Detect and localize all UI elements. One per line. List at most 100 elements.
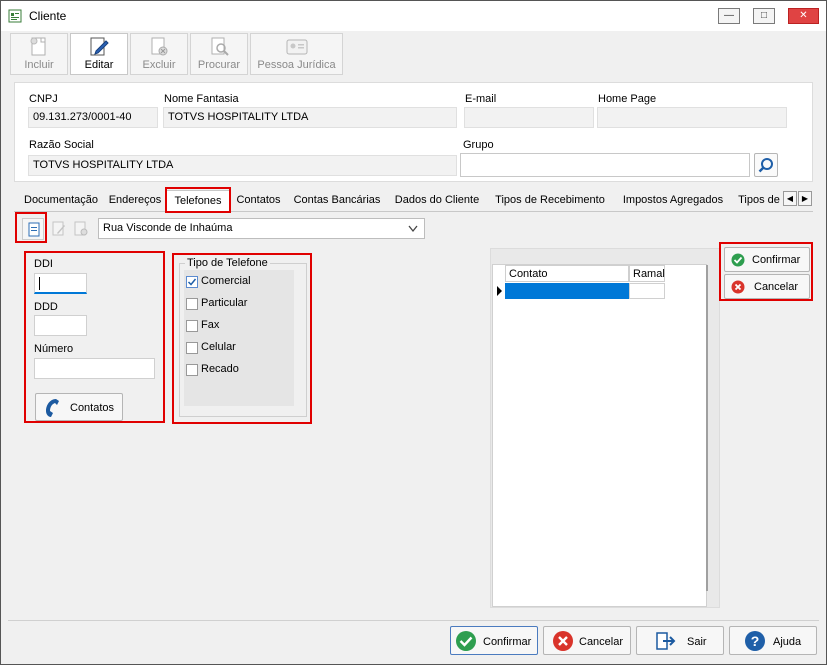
homepage-field[interactable] <box>597 107 787 128</box>
side-confirmar-label: Confirmar <box>752 254 801 266</box>
footer-confirmar-button[interactable]: Confirmar <box>450 626 538 655</box>
chevron-down-icon <box>408 224 418 236</box>
grid-cell-ramal[interactable] <box>629 283 665 299</box>
tab-contas-bancarias[interactable]: Contas Bancárias <box>290 190 384 211</box>
razao-social-field[interactable]: TOTVS HOSPITALITY LTDA <box>28 155 457 176</box>
footer-cancelar-button[interactable]: Cancelar <box>543 626 631 655</box>
cnpj-field[interactable]: 09.131.273/0001-40 <box>28 107 158 128</box>
search-document-icon <box>208 37 230 60</box>
arrow-left-icon: ◀ <box>786 194 794 203</box>
toolbar-incluir-button[interactable]: Incluir <box>10 33 68 75</box>
grid-scrollbar[interactable] <box>706 265 708 591</box>
ddd-label: DDD <box>34 301 58 313</box>
checkbox-unchecked-icon <box>186 364 198 376</box>
tab-tipos-de[interactable]: Tipos de <box>735 190 783 211</box>
grupo-search-button[interactable] <box>754 153 778 177</box>
checkbox-unchecked-icon <box>186 320 198 332</box>
tab-tipos-de-recebimento[interactable]: Tipos de Recebimento <box>490 190 610 211</box>
side-cancelar-label: Cancelar <box>754 281 799 293</box>
delete-icon <box>74 221 88 240</box>
tab-documentacao[interactable]: Documentação <box>18 190 104 211</box>
footer-sair-label: Sair <box>687 636 707 648</box>
footer-confirmar-label: Confirmar <box>483 636 532 648</box>
cancel-icon <box>731 280 745 297</box>
address-select-value: Rua Visconde de Inhaúma <box>103 222 233 234</box>
toolbar-pessoa-juridica-button[interactable]: Pessoa Jurídica <box>250 33 343 75</box>
tipo-telefone-title: Tipo de Telefone <box>185 257 270 269</box>
tab-impostos-agregados[interactable]: Impostos Agregados <box>617 190 729 211</box>
edit-icon <box>88 37 110 60</box>
checkbox-label: Recado <box>201 363 239 375</box>
contacts-grid[interactable] <box>492 264 707 607</box>
maximize-button[interactable]: □ <box>753 8 775 24</box>
nome-fantasia-field[interactable]: TOTVS HOSPITALITY LTDA <box>163 107 457 128</box>
cancel-icon <box>552 630 574 655</box>
tab-contatos[interactable]: Contatos <box>231 190 286 211</box>
cnpj-label: CNPJ <box>29 93 58 105</box>
toolbar-procurar-button[interactable]: Procurar <box>190 33 248 75</box>
tab-scroll-right-button[interactable]: ▶ <box>798 191 812 206</box>
minimize-button[interactable]: — <box>718 8 740 24</box>
delete-phone-button[interactable] <box>70 218 92 240</box>
ddd-input[interactable] <box>34 315 87 336</box>
side-confirmar-button[interactable]: Confirmar <box>724 247 810 272</box>
text-cursor <box>39 277 40 290</box>
grid-cell-contato-selected[interactable] <box>505 283 629 299</box>
tab-enderecos[interactable]: Endereços <box>105 190 165 211</box>
check-icon <box>455 630 477 655</box>
razao-social-label: Razão Social <box>29 139 94 151</box>
minimize-icon: — <box>724 10 734 21</box>
contatos-button-label: Contatos <box>70 402 115 414</box>
edit-phone-button[interactable] <box>48 218 70 240</box>
homepage-label: Home Page <box>598 93 657 105</box>
phone-icon <box>42 397 62 422</box>
grupo-field[interactable] <box>460 153 750 177</box>
toolbar-label: Incluir <box>24 59 54 71</box>
row-indicator-icon <box>495 284 505 298</box>
svg-text:?: ? <box>751 633 760 649</box>
new-document-icon <box>28 37 50 60</box>
tab-dados-do-cliente[interactable]: Dados do Cliente <box>388 190 486 211</box>
search-icon <box>758 157 774 176</box>
ddi-label: DDI <box>34 258 53 270</box>
contatos-button[interactable]: Contatos <box>35 393 123 421</box>
checkbox-label: Comercial <box>201 275 251 287</box>
checkbox-checked-icon <box>186 276 198 288</box>
checkbox-label: Particular <box>201 297 248 309</box>
exit-icon <box>655 630 677 655</box>
check-icon <box>731 253 745 270</box>
tab-scroll-left-button[interactable]: ◀ <box>783 191 797 206</box>
arrow-right-icon: ▶ <box>801 194 809 203</box>
nome-fantasia-label: Nome Fantasia <box>164 93 239 105</box>
grid-header-contato[interactable]: Contato <box>505 265 629 282</box>
checkbox-unchecked-icon <box>186 342 198 354</box>
close-icon: ✕ <box>799 10 808 21</box>
footer-cancelar-label: Cancelar <box>579 636 624 648</box>
side-cancelar-button[interactable]: Cancelar <box>724 274 810 299</box>
footer-ajuda-button[interactable]: ? Ajuda <box>729 626 817 655</box>
toolbar-excluir-button[interactable]: Excluir <box>130 33 188 75</box>
checkbox-label: Fax <box>201 319 220 331</box>
grid-header-ramal[interactable]: Ramal <box>629 265 665 282</box>
tipo-telefone-options-area <box>184 270 294 406</box>
checkbox-label: Celular <box>201 341 236 353</box>
id-card-icon <box>285 37 309 60</box>
email-field[interactable] <box>464 107 594 128</box>
edit-icon <box>52 221 66 240</box>
footer-sair-button[interactable]: Sair <box>636 626 724 655</box>
toolbar-label: Pessoa Jurídica <box>257 59 336 71</box>
address-select[interactable]: Rua Visconde de Inhaúma <box>98 218 425 239</box>
ddi-input[interactable] <box>34 273 87 294</box>
window-title: Cliente <box>29 9 67 23</box>
footer-divider <box>8 620 819 621</box>
help-icon: ? <box>744 630 766 655</box>
close-button[interactable]: ✕ <box>788 8 819 24</box>
numero-input[interactable] <box>34 358 155 379</box>
email-label: E-mail <box>465 93 497 105</box>
title-bar <box>1 1 826 31</box>
toolbar-label: Procurar <box>197 59 241 71</box>
highlight-new-phone-button <box>15 212 47 243</box>
grupo-label: Grupo <box>463 139 494 151</box>
maximize-icon: □ <box>760 10 768 21</box>
toolbar-editar-button[interactable]: Editar <box>70 33 128 75</box>
